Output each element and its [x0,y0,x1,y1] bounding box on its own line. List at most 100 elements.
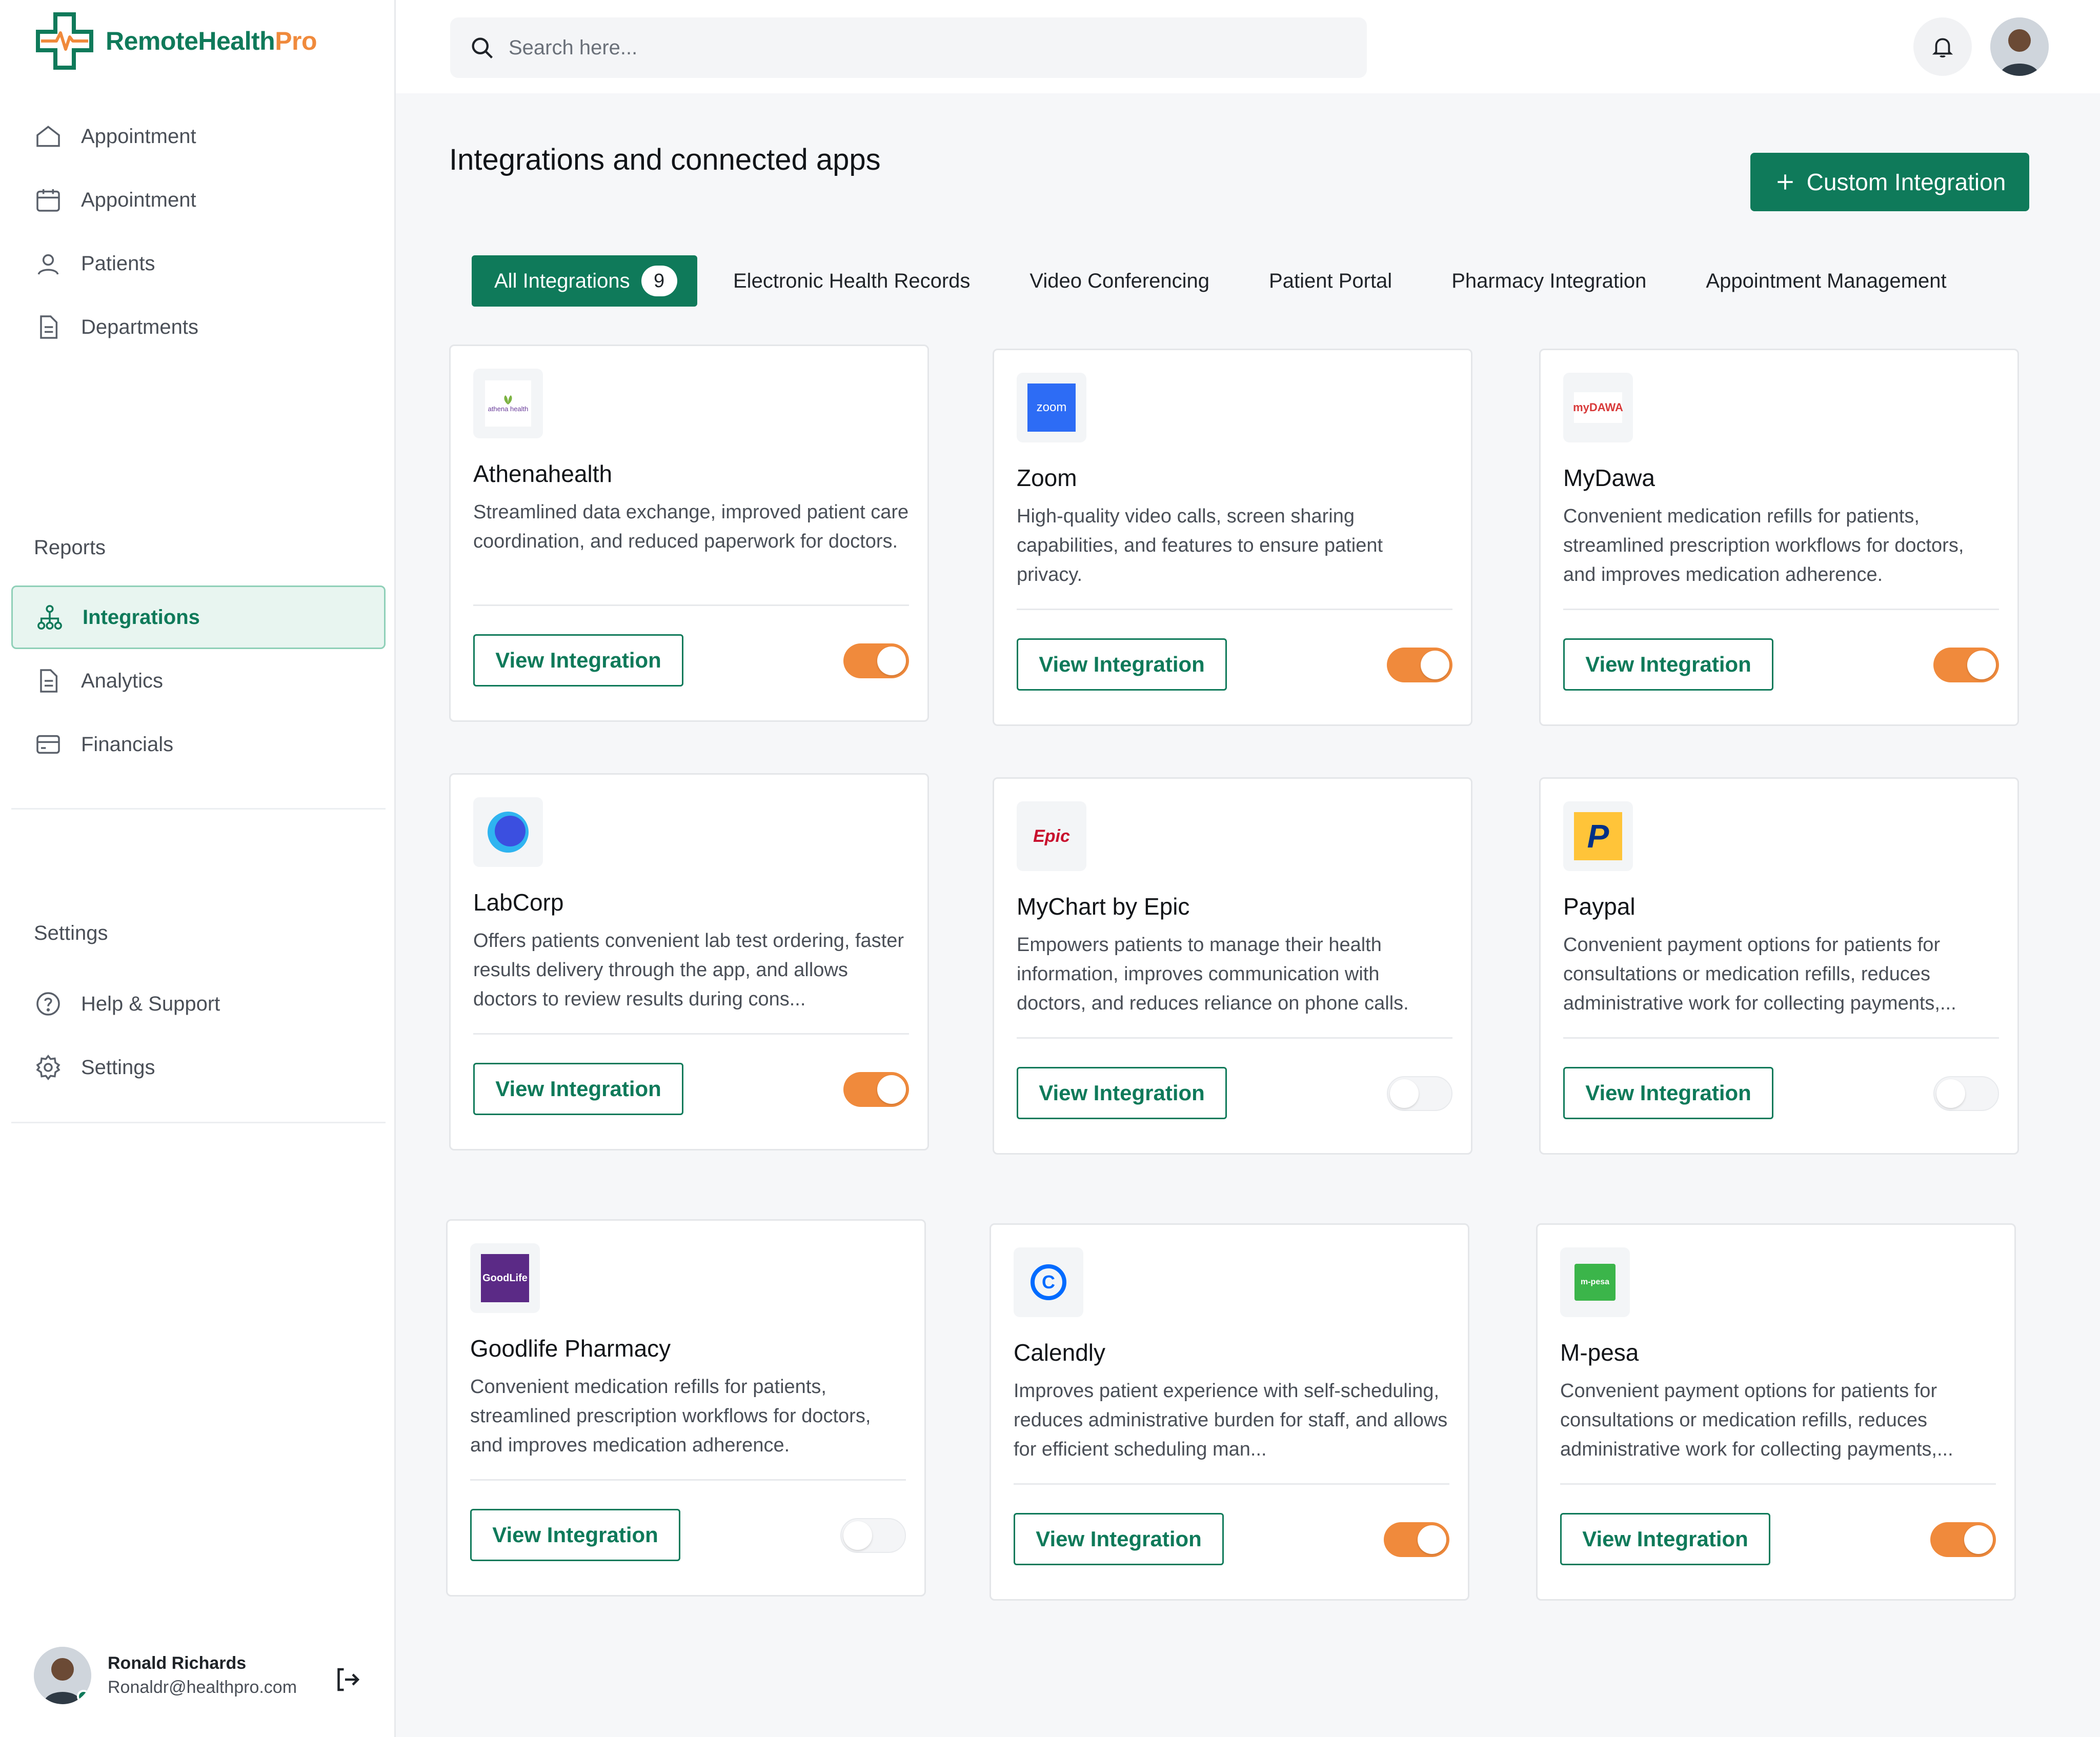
reports-section-label: Reports [34,536,106,559]
brand-logo[interactable]: RemoteHealthPro [34,10,317,72]
tab-patient-portal[interactable]: Patient Portal [1269,255,1392,307]
logo-text: m-pesa [1574,1264,1616,1301]
search-input[interactable] [509,36,1278,59]
logo-text: Epic [1033,826,1070,846]
main-nav: Appointment Appointment Patients Departm… [11,105,386,359]
medical-cross-logo-icon [36,12,93,70]
help-icon [36,992,60,1016]
view-integration-button[interactable]: View Integration [470,1509,680,1561]
view-integration-button[interactable]: View Integration [1017,1067,1227,1119]
settings-nav: Help & Support Settings [11,972,386,1099]
tab-all-integrations[interactable]: All Integrations 9 [472,255,697,307]
notifications-button[interactable] [1913,17,1972,76]
card-divider [473,604,909,606]
logo-text: GoodLife [481,1254,529,1302]
card-description: Convenient medication refills for patien… [1563,506,1964,585]
integration-toggle[interactable] [1933,1076,1999,1111]
tab-label: Pharmacy Integration [1451,269,1647,292]
avatar[interactable] [1990,17,2049,76]
card-description: Improves patient experience with self-sc… [1014,1380,1448,1460]
logout-icon[interactable] [332,1664,363,1695]
integration-card-athenahealth: athena health Athenahealth Streamlined d… [449,345,929,722]
sidebar-item-patients[interactable]: Patients [11,232,386,295]
integration-card-mydawa: myDAWA MyDawa Convenient medication refi… [1539,349,2019,726]
card-description: Convenient payment options for patients … [1563,934,1956,1014]
top-bar [396,0,2100,93]
view-integration-button[interactable]: View Integration [473,1063,683,1115]
tab-label: Appointment Management [1706,269,1947,292]
sidebar: RemoteHealthPro Appointment Appointment … [0,0,396,1737]
custom-integration-button[interactable]: Custom Integration [1750,153,2029,211]
logo-text: P [1574,812,1622,860]
goodlife-logo-icon: GoodLife [470,1243,540,1313]
sidebar-item-integrations[interactable]: Integrations [11,585,386,649]
sidebar-item-label: Settings [81,1056,155,1079]
tab-label: Video Conferencing [1029,269,1210,292]
logo-text: athena health [488,405,529,413]
page-title: Integrations and connected apps [449,143,881,176]
card-divider [1017,609,1452,610]
sidebar-item-label: Appointment [81,125,196,148]
integration-toggle[interactable] [1384,1522,1449,1557]
integrations-icon [37,605,62,630]
leaf-icon [504,395,512,405]
card-description: High-quality video calls, screen sharing… [1017,506,1383,585]
brand-name: RemoteHealthPro [106,27,317,55]
view-integration-button[interactable]: View Integration [473,634,683,686]
online-status-dot [77,1690,90,1703]
user-name: Ronald Richards [108,1653,247,1673]
tab-pharmacy-integration[interactable]: Pharmacy Integration [1451,255,1646,307]
user-profile[interactable]: Ronald Richards Ronaldr@healthpro.com [34,1647,297,1704]
tab-video-conferencing[interactable]: Video Conferencing [1029,255,1209,307]
sidebar-item-appointment-calendar[interactable]: Appointment [11,168,386,232]
integration-toggle[interactable] [1930,1522,1996,1557]
athenahealth-logo-icon: athena health [473,369,543,438]
view-integration-button[interactable]: View Integration [1014,1513,1224,1565]
bell-icon [1932,38,1953,58]
sidebar-item-appointment-home[interactable]: Appointment [11,105,386,168]
card-divider [470,1479,906,1481]
card-divider [1563,609,1999,610]
sidebar-item-financials[interactable]: Financials [11,713,386,776]
labcorp-logo-icon [473,797,543,867]
sidebar-item-analytics[interactable]: Analytics [11,649,386,713]
tab-appointment-management[interactable]: Appointment Management [1706,255,1946,307]
integration-toggle[interactable] [840,1518,906,1553]
mydawa-logo-icon: myDAWA [1563,373,1633,442]
custom-integration-label: Custom Integration [1806,169,2006,195]
sidebar-item-departments[interactable]: Departments [11,295,386,359]
patients-icon [37,254,59,275]
integration-card-zoom: zoom Zoom High-quality video calls, scre… [993,349,1472,726]
integration-toggle[interactable] [843,1072,909,1107]
view-integration-button[interactable]: View Integration [1563,1067,1773,1119]
integration-tabs: All Integrations 9 Electronic Health Rec… [472,255,1947,307]
document-icon [40,315,58,339]
gear-icon [36,1055,60,1080]
card-divider [1563,1037,1999,1039]
view-integration-button[interactable]: View Integration [1560,1513,1770,1565]
card-title: Athenahealth [473,460,613,487]
integration-card-paypal: P Paypal Convenient payment options for … [1539,777,2019,1155]
card-title: LabCorp [473,889,564,916]
zoom-logo-icon: zoom [1017,373,1086,442]
integration-card-calendly: C Calendly Improves patient experience w… [990,1223,1469,1601]
view-integration-button[interactable]: View Integration [1563,638,1773,691]
tab-electronic-health-records[interactable]: Electronic Health Records [733,255,970,307]
plus-icon [1778,174,1793,190]
card-divider [1017,1037,1452,1039]
count-badge: 9 [641,266,677,296]
card-title: M-pesa [1560,1339,1639,1366]
view-integration-button[interactable]: View Integration [1017,638,1227,691]
card-divider [473,1033,909,1035]
search-bar[interactable] [450,17,1367,78]
integration-toggle[interactable] [843,643,909,678]
paypal-logo-icon: P [1563,801,1633,871]
sidebar-item-settings[interactable]: Settings [11,1036,386,1099]
sidebar-item-label: Analytics [81,669,164,692]
integration-toggle[interactable] [1387,648,1452,682]
card-icon [36,735,60,754]
integration-toggle[interactable] [1387,1076,1452,1111]
sidebar-item-help-support[interactable]: Help & Support [11,972,386,1036]
integration-toggle[interactable] [1933,648,1999,682]
card-title: Zoom [1017,464,1077,491]
